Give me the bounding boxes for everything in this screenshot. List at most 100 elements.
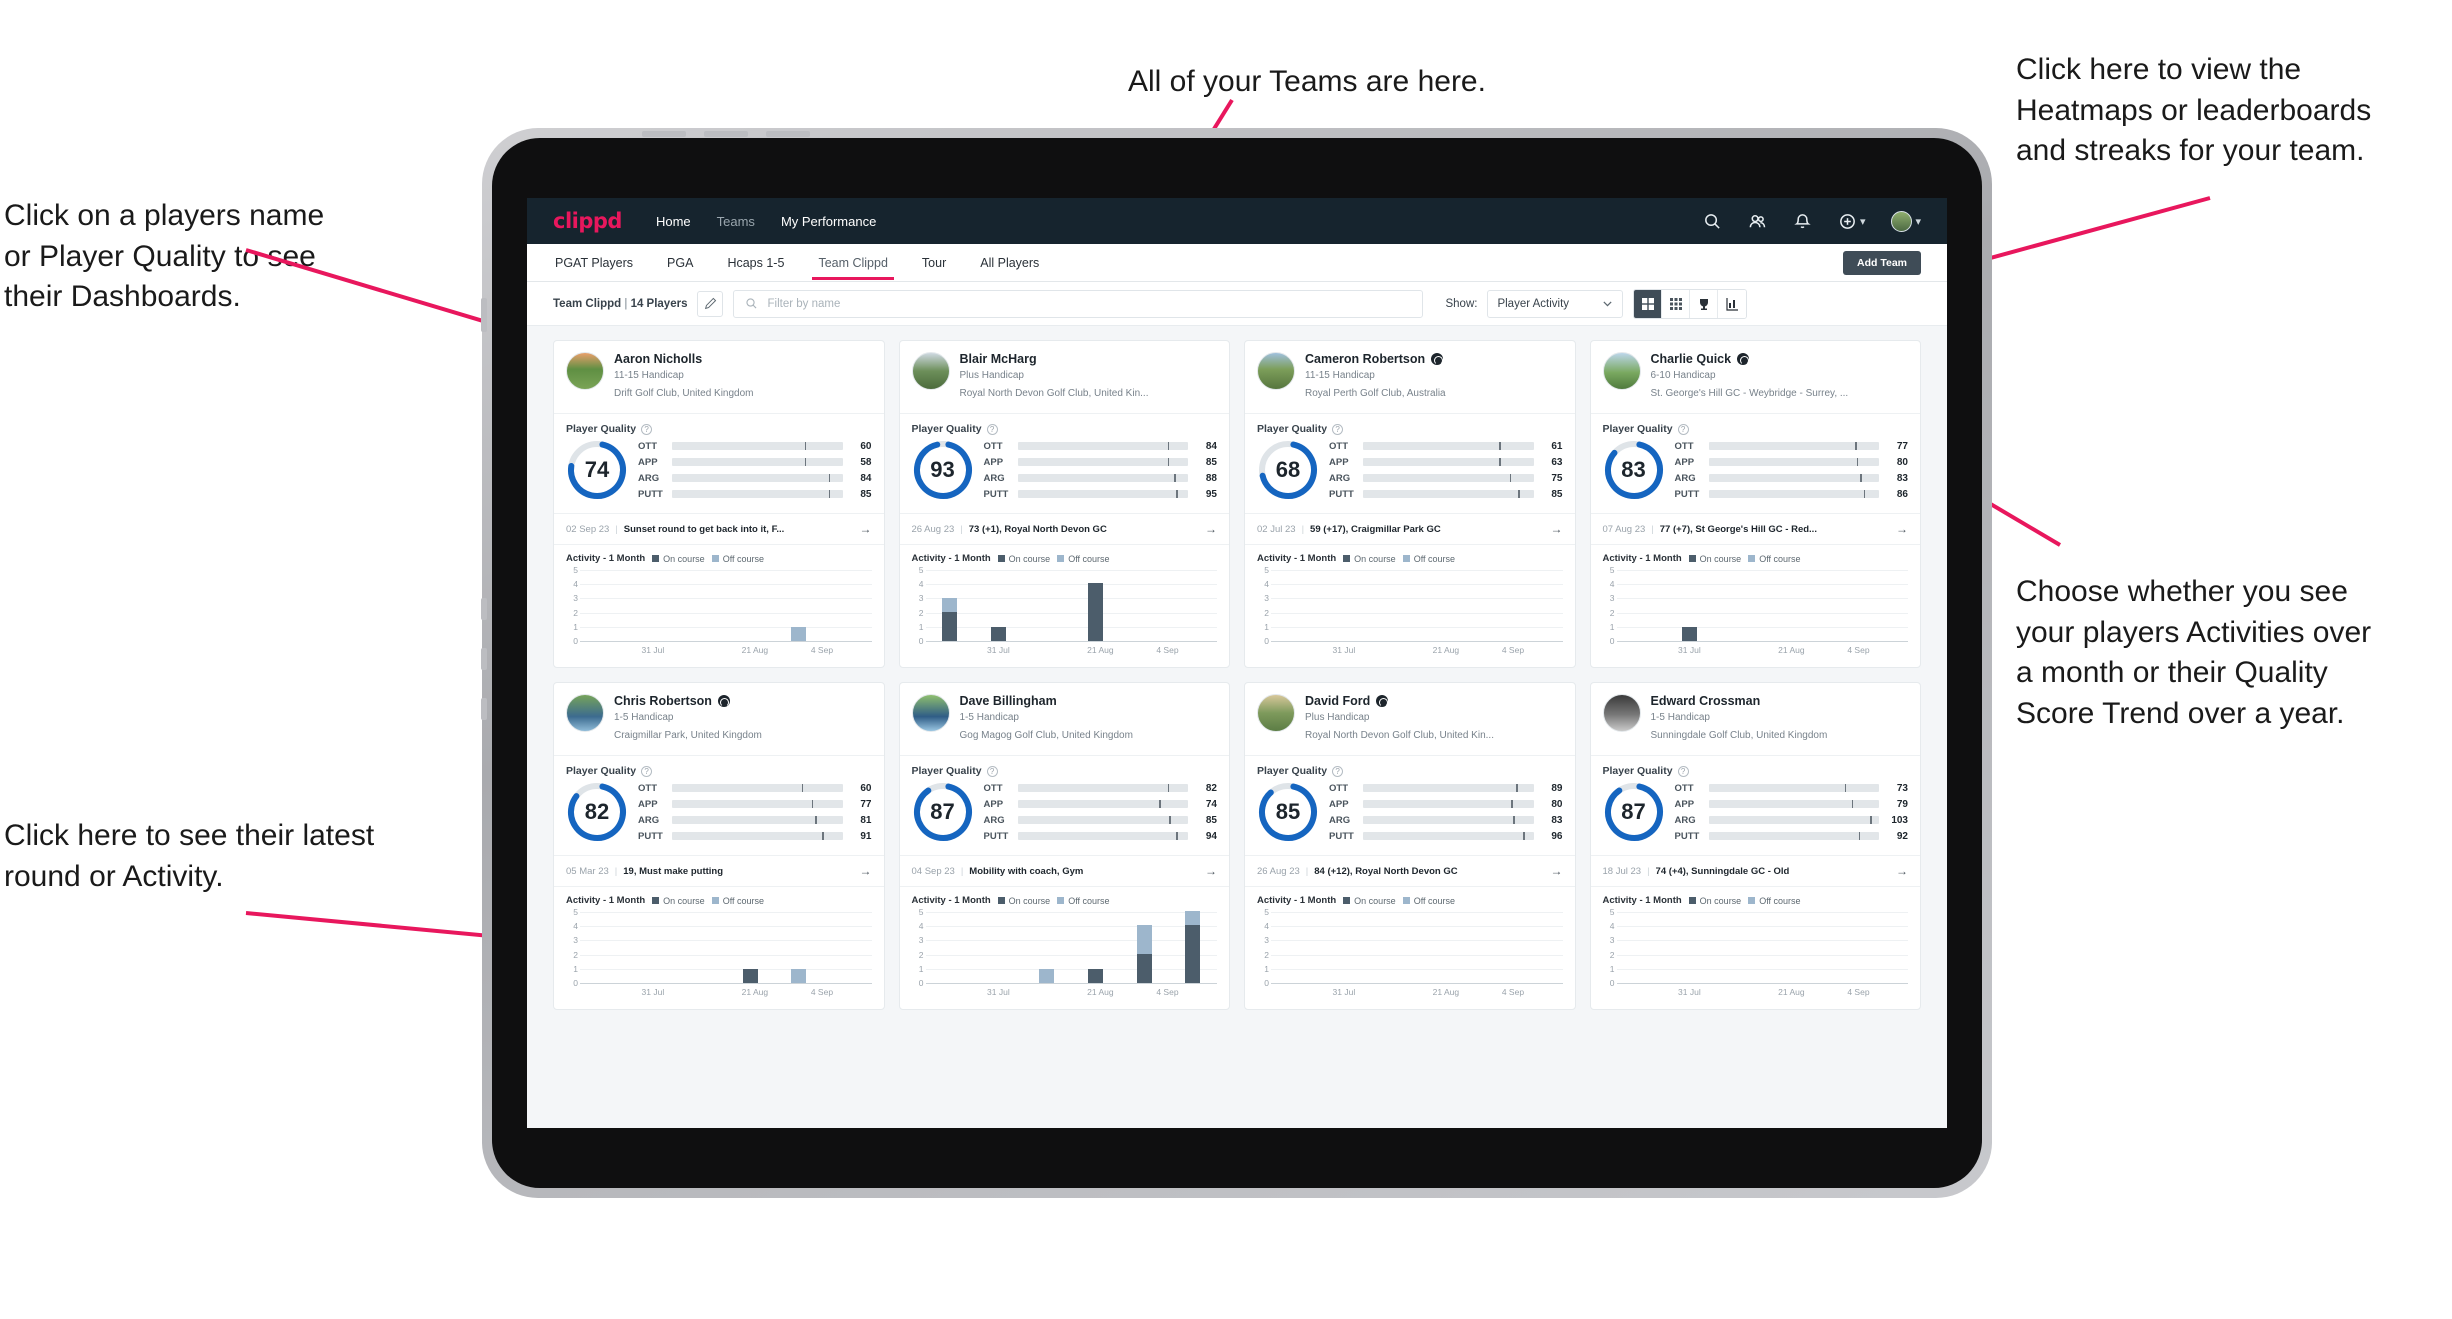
quality-donut[interactable]: 83 — [1603, 439, 1665, 501]
arrow-right-icon[interactable]: → — [1551, 522, 1563, 536]
latest-round-row[interactable]: 04 Sep 23 | Mobility with coach, Gym → — [899, 855, 1229, 886]
tab-pgat-players[interactable]: PGAT Players — [553, 247, 635, 279]
player-quality-body[interactable]: 68 OTT 61 APP 63 ARG 75 PUTT 85 — [1245, 437, 1575, 513]
quality-donut[interactable]: 82 — [566, 781, 628, 843]
player-avatar[interactable] — [566, 694, 604, 732]
player-card-header[interactable]: Blair McHarg Plus Handicap Royal North Dev… — [899, 341, 1229, 414]
edit-team-button[interactable] — [697, 290, 724, 317]
nav-link-teams[interactable]: Teams — [717, 214, 755, 229]
player-avatar[interactable] — [1257, 352, 1295, 390]
player-card[interactable]: Dave Billingham 1-5 Handicap Gog Magog Gol… — [898, 682, 1230, 1010]
player-name[interactable]: Cameron Robertson — [1305, 352, 1425, 366]
quality-donut[interactable]: 87 — [912, 781, 974, 843]
player-name-row[interactable]: Dave Billingham — [960, 694, 1133, 708]
player-card[interactable]: David Ford Plus Handicap Royal North Devon… — [1244, 682, 1576, 1010]
player-name-row[interactable]: Edward Crossman — [1651, 694, 1828, 708]
player-name-row[interactable]: Charlie Quick — [1651, 352, 1849, 366]
quality-donut[interactable]: 87 — [1603, 781, 1665, 843]
help-icon[interactable]: ? — [641, 423, 653, 435]
plus-circle-icon[interactable] — [1838, 212, 1857, 231]
player-card[interactable]: Edward Crossman 1-5 Handicap Sunningdale G… — [1589, 682, 1921, 1010]
player-card-header[interactable]: Chris Robertson 1-5 Handicap Craigmillar P… — [554, 683, 884, 756]
player-card-header[interactable]: Charlie Quick 6-10 Handicap St. George's H… — [1590, 341, 1920, 414]
search-input[interactable]: Filter by name — [733, 289, 1424, 318]
latest-round-row[interactable]: 02 Jul 23 | 59 (+17), Craigmillar Park GC → — [1245, 513, 1575, 544]
latest-round-row[interactable]: 05 Mar 23 | 19, Must make putting → — [554, 855, 884, 886]
tab-all-players[interactable]: All Players — [978, 247, 1041, 279]
tab-team-clippd[interactable]: Team Clippd — [812, 247, 895, 280]
player-name[interactable]: Chris Robertson — [614, 694, 712, 708]
nav-link-my-performance[interactable]: My Performance — [781, 214, 876, 229]
quality-donut[interactable]: 74 — [566, 439, 628, 501]
add-team-button[interactable]: Add Team — [1843, 250, 1921, 275]
arrow-right-icon[interactable]: → — [1205, 864, 1217, 878]
player-name-row[interactable]: David Ford — [1305, 694, 1494, 708]
search-icon[interactable] — [1703, 212, 1722, 231]
player-name-row[interactable]: Cameron Robertson — [1305, 352, 1446, 366]
player-quality-body[interactable]: 83 OTT 77 APP 80 ARG 83 PUTT 86 — [1591, 437, 1921, 513]
arrow-right-icon[interactable]: → — [1896, 522, 1908, 536]
help-icon[interactable]: ? — [1677, 423, 1689, 435]
quality-donut[interactable]: 68 — [1257, 439, 1319, 501]
player-quality-body[interactable]: 87 OTT 73 APP 79 ARG 103 PUTT 92 — [1591, 779, 1921, 855]
clippd-logo[interactable]: clippd — [553, 209, 622, 233]
player-name-row[interactable]: Aaron Nicholls — [614, 352, 754, 366]
player-avatar[interactable] — [911, 694, 950, 732]
arrow-right-icon[interactable]: → — [1551, 864, 1563, 878]
player-quality-body[interactable]: 82 OTT 60 APP 77 ARG 81 PUTT 91 — [554, 779, 884, 855]
create-menu[interactable]: ▾ — [1838, 212, 1866, 231]
latest-round-row[interactable]: 02 Sep 23 | Sunset round to get back into … — [554, 513, 884, 544]
player-avatar[interactable] — [911, 352, 950, 390]
latest-round-row[interactable]: 26 Aug 23 | 84 (+12), Royal North Devon GC… — [1245, 855, 1575, 886]
player-name-row[interactable]: Blair McHarg — [960, 352, 1149, 366]
trophy-icon[interactable] — [1690, 289, 1719, 318]
tab-tour[interactable]: Tour — [920, 247, 948, 279]
nav-link-home[interactable]: Home — [656, 214, 691, 229]
player-name[interactable]: David Ford — [1305, 694, 1370, 708]
player-card-header[interactable]: David Ford Plus Handicap Royal North Devon… — [1245, 683, 1575, 756]
help-icon[interactable]: ? — [1677, 765, 1689, 777]
profile-menu[interactable]: ▾ — [1891, 210, 1921, 232]
quality-donut[interactable]: 85 — [1257, 781, 1319, 843]
player-avatar[interactable] — [1602, 352, 1641, 390]
player-card-header[interactable]: Cameron Robertson 11-15 Handicap Royal Per… — [1245, 341, 1575, 414]
player-quality-body[interactable]: 87 OTT 82 APP 74 ARG 85 PUTT 94 — [900, 779, 1230, 855]
avatar[interactable] — [1891, 210, 1913, 232]
arrow-right-icon[interactable]: → — [1896, 864, 1908, 878]
quality-donut[interactable]: 93 — [912, 439, 974, 501]
player-quality-body[interactable]: 74 OTT 60 APP 58 ARG 84 PUTT 85 — [554, 437, 884, 513]
player-name[interactable]: Edward Crossman — [1651, 694, 1761, 708]
player-avatar[interactable] — [1257, 694, 1295, 732]
chevron-down-icon[interactable]: ▾ — [1860, 215, 1866, 228]
player-card-header[interactable]: Dave Billingham 1-5 Handicap Gog Magog Gol… — [899, 683, 1229, 756]
player-name[interactable]: Blair McHarg — [960, 352, 1037, 366]
player-card[interactable]: Blair McHarg Plus Handicap Royal North Dev… — [898, 340, 1230, 668]
player-quality-body[interactable]: 93 OTT 84 APP 85 ARG 88 PUTT 95 — [900, 437, 1230, 513]
player-name[interactable]: Aaron Nicholls — [614, 352, 702, 366]
help-icon[interactable]: ? — [1332, 765, 1344, 777]
help-icon[interactable]: ? — [986, 765, 998, 777]
grid-small-icon[interactable] — [1662, 289, 1691, 318]
grid-large-icon[interactable] — [1634, 289, 1663, 318]
tab-hcaps-1-5[interactable]: Hcaps 1-5 — [725, 247, 786, 279]
player-avatar[interactable] — [566, 352, 604, 390]
player-card[interactable]: Charlie Quick 6-10 Handicap St. George's H… — [1589, 340, 1921, 668]
player-card[interactable]: Aaron Nicholls 11-15 Handicap Drift Golf C… — [553, 340, 885, 668]
show-select[interactable]: Player Activity — [1487, 289, 1624, 318]
player-quality-body[interactable]: 85 OTT 89 APP 80 ARG 83 PUTT 96 — [1245, 779, 1575, 855]
player-name-row[interactable]: Chris Robertson — [614, 694, 762, 708]
player-card[interactable]: Cameron Robertson 11-15 Handicap Royal Per… — [1244, 340, 1576, 668]
latest-round-row[interactable]: 07 Aug 23 | 77 (+7), St George's Hill GC -… — [1590, 513, 1920, 544]
player-card[interactable]: Chris Robertson 1-5 Handicap Craigmillar P… — [553, 682, 885, 1010]
chart-icon[interactable] — [1718, 289, 1747, 318]
arrow-right-icon[interactable]: → — [1205, 522, 1217, 536]
help-icon[interactable]: ? — [641, 765, 653, 777]
bell-icon[interactable] — [1793, 212, 1812, 231]
player-name[interactable]: Dave Billingham — [960, 694, 1057, 708]
help-icon[interactable]: ? — [986, 423, 998, 435]
people-icon[interactable] — [1748, 212, 1767, 231]
chevron-down-icon[interactable]: ▾ — [1915, 215, 1921, 228]
latest-round-row[interactable]: 18 Jul 23 | 74 (+4), Sunningdale GC - Old → — [1590, 855, 1920, 886]
player-avatar[interactable] — [1602, 694, 1641, 732]
help-icon[interactable]: ? — [1332, 423, 1344, 435]
